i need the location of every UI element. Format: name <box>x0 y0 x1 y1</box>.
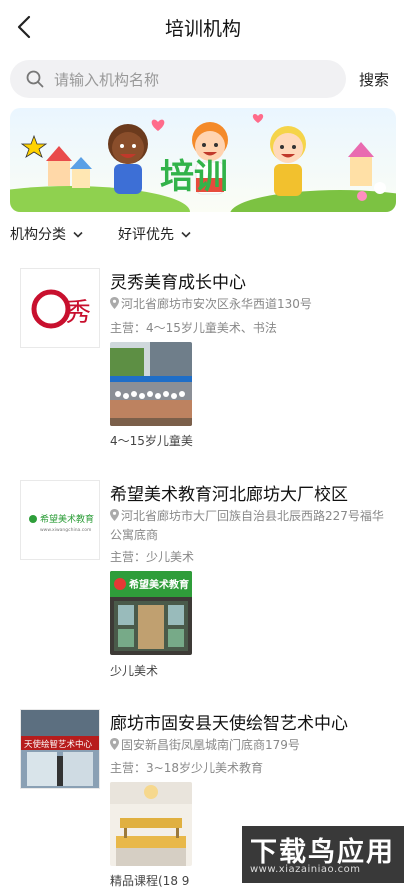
org-logo: 希望美术教育 www.xiwangchina.com <box>20 480 100 560</box>
filter-category[interactable]: 机构分类 <box>10 224 84 244</box>
org-address-text: 河北省廊坊市安次区永华西道130号 <box>121 297 312 311</box>
header: 培训机构 <box>0 0 406 54</box>
search-icon <box>26 70 44 88</box>
filter-bar: 机构分类 好评优先 <box>0 222 406 248</box>
svg-text:www.xiwangchina.com: www.xiwangchina.com <box>40 527 91 533</box>
org-logo: 秀 <box>20 268 100 348</box>
banner-text: 培训 <box>160 157 228 197</box>
svg-text:希望美术教育: 希望美术教育 <box>128 578 189 591</box>
search-button[interactable]: 搜索 <box>359 69 389 90</box>
svg-text:希望美术教育: 希望美术教育 <box>40 513 94 525</box>
search-input[interactable] <box>52 60 336 100</box>
search-bar <box>10 60 346 100</box>
location-pin-icon <box>110 509 119 521</box>
org-address: 河北省廊坊市大厂回族自治县北辰西路227号福华公寓底商 <box>110 507 390 545</box>
org-photo[interactable]: 希望美术教育 <box>110 571 192 655</box>
org-main-business: 主营：4～15岁儿童美术、书法 <box>110 321 277 335</box>
org-address: 河北省廊坊市安次区永华西道130号 <box>110 295 390 314</box>
filter-rating-label: 好评优先 <box>118 227 174 243</box>
filter-rating[interactable]: 好评优先 <box>118 224 192 244</box>
location-pin-icon <box>110 297 119 309</box>
banner-illustration: 培训 <box>10 108 396 212</box>
org-address-text: 固安新昌街凤凰城南门底商179号 <box>121 738 300 752</box>
org-name: 希望美术教育河北廊坊大厂校区 <box>110 485 348 505</box>
org-name: 廊坊市固安县天使绘智艺术中心 <box>110 714 348 734</box>
page-title: 培训机构 <box>164 18 241 40</box>
org-photo[interactable] <box>110 342 192 426</box>
chevron-down-icon <box>73 231 84 238</box>
org-logo: 天使绘智艺术中心 <box>20 709 100 789</box>
org-main-business: 主营：少儿美术 <box>110 550 195 564</box>
svg-text:天使绘智艺术中心: 天使绘智艺术中心 <box>24 739 93 750</box>
chevron-down-icon <box>181 231 192 238</box>
svg-text:秀: 秀 <box>65 298 91 328</box>
watermark: 下载鸟应用 www.xiazainiao.com <box>242 826 404 883</box>
org-course-tag: 少儿美术 <box>110 664 159 678</box>
org-address: 固安新昌街凤凰城南门底商179号 <box>110 736 390 755</box>
org-main-business: 主营：3~18岁少儿美术教育 <box>110 761 263 775</box>
org-photo[interactable] <box>110 782 192 866</box>
filter-category-label: 机构分类 <box>10 227 66 243</box>
org-course-tag: 4～15岁儿童美 <box>110 434 193 448</box>
org-name: 灵秀美育成长中心 <box>110 273 246 293</box>
watermark-url: www.xiazainiao.com <box>250 864 361 875</box>
location-pin-icon <box>110 738 119 750</box>
promo-banner[interactable]: 培训 <box>10 108 396 212</box>
org-address-text: 河北省廊坊市大厂回族自治县北辰西路227号福华公寓底商 <box>110 509 384 542</box>
org-course-tag: 精品课程(18 9 <box>110 874 190 888</box>
